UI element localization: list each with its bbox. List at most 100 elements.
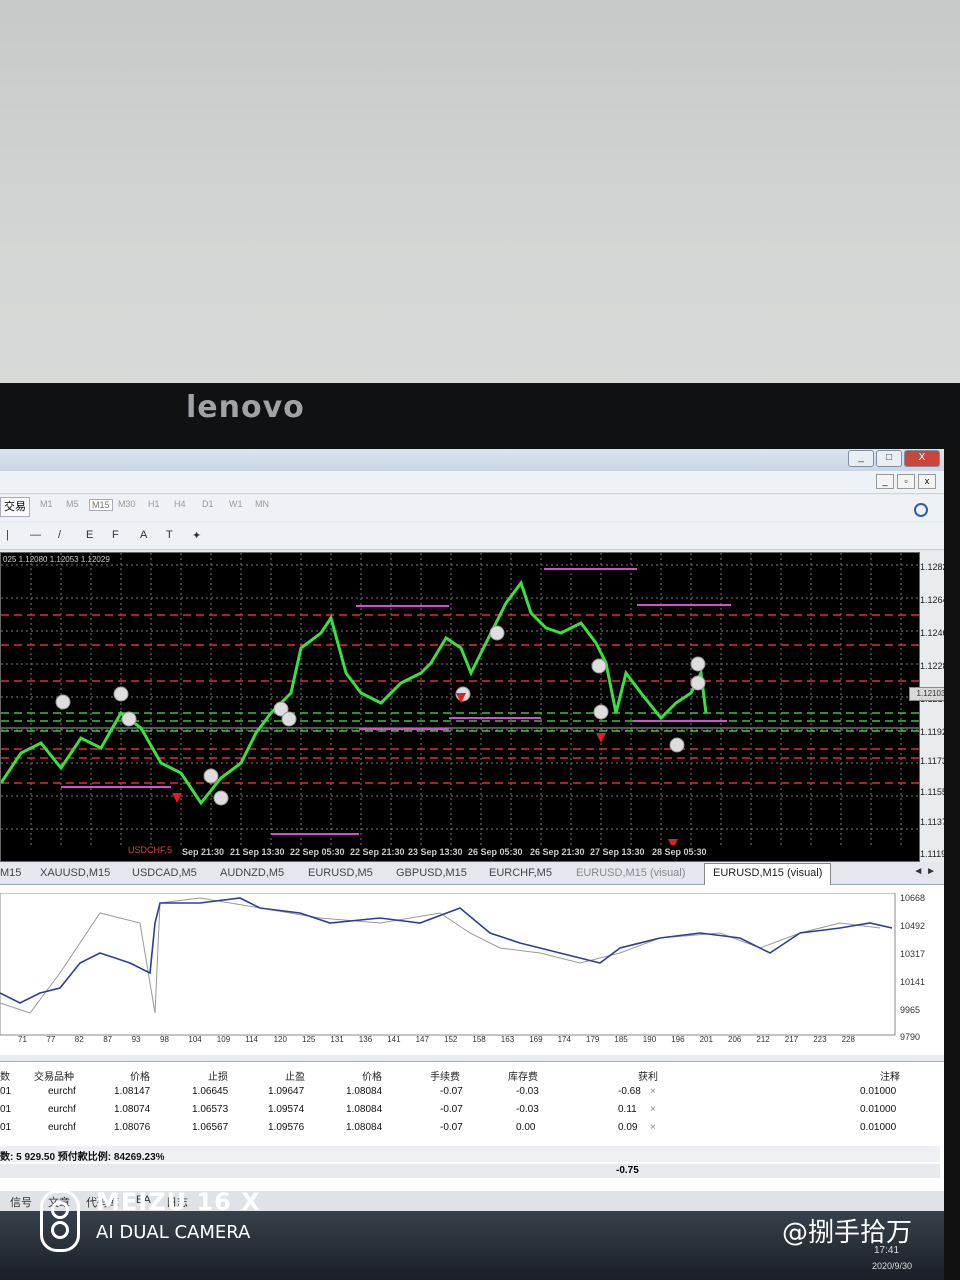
trade-marker-icon	[213, 790, 229, 806]
chart-tab[interactable]: EURCHF,M5	[489, 867, 552, 879]
report-x-tick: 125	[302, 1035, 316, 1044]
timeframe-m5[interactable]: M5	[66, 499, 79, 509]
terminal-tab-signals[interactable]: 信号	[10, 1194, 32, 1210]
report-x-tick: 179	[586, 1035, 600, 1044]
report-x-tick: 98	[160, 1035, 169, 1044]
trade-cell-profit: 0.11	[618, 1104, 637, 1115]
trade-cell-tp: 1.09574	[268, 1104, 305, 1115]
wall-background	[0, 0, 960, 385]
tab-scroll-arrows[interactable]: ◄ ►	[913, 866, 936, 877]
ohlc-readout: 025 1.12080 1.12053 1.12029	[3, 555, 110, 564]
col-header[interactable]: 交易品种	[34, 1068, 74, 1083]
report-y-tick: 10668	[900, 893, 926, 903]
timeframe-mn[interactable]: MN	[255, 499, 269, 509]
time-tick-label: 23 Sep 13:30	[408, 847, 463, 857]
report-x-tick: 190	[642, 1035, 657, 1044]
text-tool-icon[interactable]: A	[140, 529, 147, 541]
maximize-button[interactable]: □	[876, 450, 902, 467]
chart-tab[interactable]: AUDNZD,M5	[220, 867, 284, 879]
search-icon[interactable]	[914, 503, 928, 517]
trade-marker-icon	[690, 675, 706, 691]
col-header[interactable]: 止盈	[285, 1068, 305, 1083]
timeframe-m30[interactable]: M30	[118, 499, 136, 509]
chart-tab[interactable]: M15	[0, 867, 21, 879]
trade-cell-cur: 1.08084	[346, 1086, 383, 1097]
price-chart[interactable]: 025 1.12080 1.12053 1.12029	[0, 552, 920, 965]
trade-cell-swap: -0.03	[516, 1086, 539, 1097]
minimize-button[interactable]: _	[848, 450, 874, 467]
col-header[interactable]: 注释	[880, 1068, 900, 1083]
timeframe-h1[interactable]: H1	[148, 499, 160, 509]
trade-cell-commission: -0.07	[440, 1104, 463, 1115]
equity-report-canvas	[0, 893, 896, 1036]
horizontal-line-tool-icon[interactable]: —	[30, 529, 41, 541]
trade-row[interactable]: 01 eurchf 1.08076 1.06567 1.09576 1.08084 -0.0…	[0, 1122, 940, 1138]
trade-row[interactable]: 01 eurchf 1.08147 1.06645 1.09647 1.08084 -0.0…	[0, 1086, 940, 1102]
report-x-tick: 169	[529, 1035, 543, 1044]
child-minimize-button[interactable]: _	[876, 474, 894, 489]
report-x-tick: 87	[103, 1035, 113, 1044]
report-x-tick: 120	[273, 1035, 287, 1044]
report-x-tick: 104	[188, 1035, 202, 1044]
fibonacci-tool-icon[interactable]: F	[112, 529, 119, 541]
chart-tab[interactable]: XAUUSD,M15	[40, 867, 110, 879]
close-button[interactable]: X	[904, 450, 940, 467]
trade-marker-icon	[55, 694, 71, 710]
col-header[interactable]: 库存费	[508, 1068, 538, 1083]
trade-marker-icon	[489, 625, 505, 641]
col-header[interactable]: 止损	[208, 1068, 228, 1083]
trade-cell-sl: 1.06645	[192, 1086, 229, 1097]
timeframe-w1[interactable]: W1	[229, 499, 243, 509]
arrow-tool-icon[interactable]: ✦	[192, 529, 201, 542]
trade-marker-icon	[591, 658, 607, 674]
equity-report-chart: 10668 10492 10317 10141 9965 9790 71 77 82 87 93 9…	[0, 885, 944, 1055]
col-header[interactable]: 手续费	[430, 1068, 460, 1083]
trade-marker-icon	[203, 768, 219, 784]
trade-cell-symbol: eurchf	[48, 1086, 76, 1097]
close-position-icon[interactable]: ×	[650, 1122, 656, 1133]
trade-cell-comment: 0.01000	[860, 1104, 897, 1115]
camera-watermark-model: MEIZU 16 X	[96, 1188, 261, 1216]
price-tick-label: 1.12280	[920, 661, 944, 671]
taskbar-date: 2020/9/30	[872, 1261, 913, 1271]
timeframe-m1[interactable]: M1	[40, 499, 53, 509]
chart-tab[interactable]: EURUSD,M15 (visual)	[576, 867, 685, 879]
trade-marker-icon	[121, 711, 137, 727]
timeframe-d1[interactable]: D1	[202, 499, 214, 509]
col-header[interactable]: 价格	[362, 1068, 382, 1083]
trade-button[interactable]: 交易	[0, 497, 30, 517]
trade-cell-comment: 0.01000	[860, 1122, 897, 1133]
vertical-line-tool-icon[interactable]: |	[6, 529, 9, 541]
price-tick-label: 1.12460	[920, 628, 944, 638]
trade-marker-icon	[113, 686, 129, 702]
chart-tab[interactable]: EURUSD,M5	[308, 867, 373, 879]
monitor-brand-logo: lenovo	[186, 390, 305, 425]
col-header[interactable]: 数	[0, 1068, 10, 1083]
col-header[interactable]: 获利	[638, 1068, 658, 1083]
chart-tab[interactable]: USDCAD,M5	[132, 867, 197, 879]
trade-marker-icon	[669, 737, 685, 753]
trade-cell-tp: 1.09647	[268, 1086, 305, 1097]
trade-cell-n: 01	[0, 1086, 12, 1097]
report-x-tick: 82	[74, 1035, 84, 1044]
price-tick-label: 1.12825	[920, 562, 944, 572]
child-close-button[interactable]: x	[918, 474, 936, 489]
child-restore-button[interactable]: ▫	[897, 474, 915, 489]
timeframe-h4[interactable]: H4	[174, 499, 186, 509]
chart-tab[interactable]: GBPUSD,M15	[396, 867, 467, 879]
social-watermark: @捌手拾万	[782, 1218, 913, 1248]
channel-tool-icon[interactable]: E	[86, 529, 93, 541]
time-tick-label: 22 Sep 05:30	[290, 847, 345, 857]
text-label-tool-icon[interactable]: T	[166, 529, 173, 541]
trendline-tool-icon[interactable]: /	[58, 529, 61, 541]
trade-cell-price: 1.08074	[114, 1104, 151, 1115]
time-tick-label: 26 Sep 21:30	[530, 847, 585, 857]
col-header[interactable]: 价格	[130, 1068, 150, 1083]
child-window-controls: _ ▫ x	[876, 474, 936, 489]
close-position-icon[interactable]: ×	[650, 1086, 656, 1097]
chart-tab-active[interactable]: EURUSD,M15 (visual)	[704, 863, 832, 886]
timeframe-m15[interactable]: M15	[89, 499, 113, 511]
close-position-icon[interactable]: ×	[650, 1104, 656, 1115]
trade-row[interactable]: 01 eurchf 1.08074 1.06573 1.09574 1.08084 -0.0…	[0, 1104, 940, 1120]
trade-cell-tp: 1.09576	[268, 1122, 305, 1133]
